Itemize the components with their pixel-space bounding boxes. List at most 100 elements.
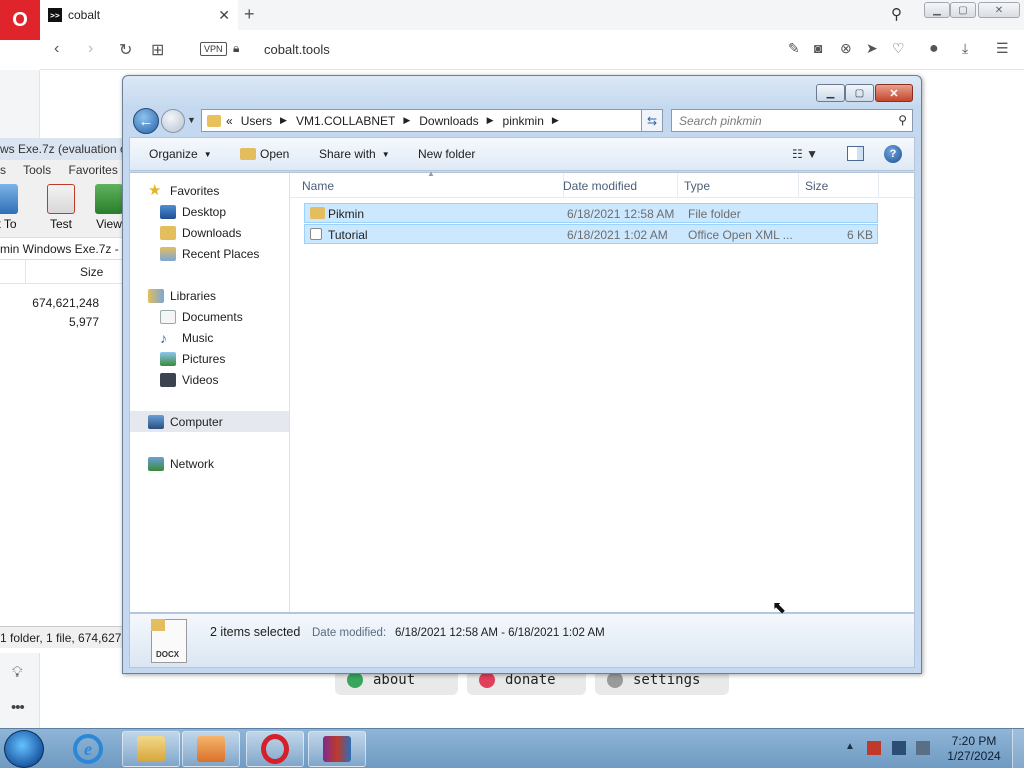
opera-icon [261,734,289,764]
new-tab-button[interactable]: + [244,4,255,25]
taskbar-media-player-button[interactable] [182,731,240,767]
7zip-window[interactable]: ws Exe.7z (evaluation co s Tools Favorit… [0,138,124,653]
breadcrumb-arrow-icon[interactable]: ▶ [487,115,494,126]
send-icon[interactable]: ➤ [866,40,878,57]
edit-icon[interactable]: ✎ [788,40,800,57]
search-icon[interactable]: ⚲ [898,113,907,127]
nav-pictures[interactable]: Pictures [130,348,289,369]
url-text[interactable]: cobalt.tools [264,42,330,57]
taskbar-winrar-button[interactable] [308,731,366,767]
forward-arrow-icon[interactable] [161,109,185,133]
breadcrumb-overflow[interactable]: « [226,114,233,128]
lock-icon[interactable]: 🔒︎ [233,41,239,56]
explorer-window[interactable]: ▁ ▢ ✕ ← ▼ « Users ▶ VM1.COLLABNET ▶ Down… [122,75,922,674]
column-date-modified[interactable]: Date modified [557,173,678,198]
recent-pages-dropdown-icon[interactable]: ▼ [187,115,196,125]
organize-button[interactable]: Organize ▼ [149,147,212,161]
browser-maximize-button[interactable]: ▢ [950,2,976,18]
forward-icon[interactable]: › [88,40,93,58]
nav-downloads[interactable]: Downloads [130,222,289,243]
breadcrumb-arrow-icon[interactable]: ▶ [280,115,287,126]
7zip-row[interactable]: 5,977 [0,313,123,332]
easy-setup-icon[interactable]: ☰ [996,40,1009,57]
selection-count: 2 items selected [210,625,301,639]
7zip-menu-item[interactable]: s [0,163,6,177]
opera-logo-icon[interactable]: O [0,0,40,40]
clock[interactable]: 7:20 PM 1/27/2024 [944,734,1004,764]
internet-explorer-icon[interactable]: e [73,734,103,764]
breadcrumb-arrow-icon[interactable]: ▶ [552,115,559,126]
tab-search-icon[interactable]: ⚲ [891,5,902,23]
taskbar-explorer-button[interactable] [122,731,180,767]
change-view-icon[interactable]: ☷ ▼ [792,147,818,161]
breadcrumb-vm1-collabnet[interactable]: VM1.COLLABNET [296,114,395,128]
desktop-icon [160,204,176,219]
nav-recent-places[interactable]: Recent Places [130,243,289,264]
tab-overview-icon[interactable]: ⊞ [151,40,164,60]
breadcrumb-downloads[interactable]: Downloads [419,114,478,128]
7zip-menu-bar: s Tools Favorites [0,160,123,180]
download-icon[interactable]: ⤓ [962,40,968,57]
nav-desktop[interactable]: Desktop [130,201,289,222]
back-arrow-icon[interactable]: ← [133,108,159,134]
profile-icon[interactable]: ● [929,40,939,58]
vpn-badge[interactable]: VPN [200,42,227,56]
details-pane: DOCX 2 items selected Date modified: 6/1… [129,613,915,668]
7zip-size-header[interactable]: Size [80,265,103,279]
browser-minimize-button[interactable]: ▁ [924,2,950,18]
explorer-close-button[interactable]: ✕ [875,84,913,102]
explorer-folder-icon [137,736,165,762]
refresh-icon[interactable]: ⇆ [641,109,663,132]
tab-close-icon[interactable]: ✕ [218,7,230,24]
7zip-view-button[interactable]: View [95,184,123,231]
show-hidden-icons-button[interactable]: ▲ [845,741,855,752]
7zip-menu-item-favorites[interactable]: Favorites [68,163,117,177]
heart-icon[interactable]: ♡ [892,40,905,57]
preview-pane-icon[interactable] [847,146,864,161]
date-modified-range: 6/18/2021 12:58 AM - 6/18/2021 1:02 AM [395,627,605,639]
reload-icon[interactable]: ↻ [119,40,132,60]
column-type[interactable]: Type [678,173,799,198]
column-name[interactable]: Name [296,173,564,198]
action-center-flag-icon[interactable] [867,741,881,755]
nav-favorites[interactable]: ★ Favorites [130,180,289,201]
7zip-menu-item-tools[interactable]: Tools [23,163,51,177]
explorer-title-bar[interactable]: ▁ ▢ ✕ [123,76,921,106]
new-folder-button[interactable]: New folder [418,147,475,161]
share-with-button[interactable]: Share with ▼ [319,147,390,161]
nav-computer[interactable]: Computer [130,411,289,432]
column-size[interactable]: Size [799,173,879,198]
nav-videos[interactable]: Videos [130,369,289,390]
nav-documents[interactable]: Documents [130,306,289,327]
breadcrumb-pinkmin[interactable]: pinkmin [503,114,544,128]
7zip-test-button[interactable]: Test [47,184,75,231]
file-row-pikmin[interactable]: Pikmin 6/18/2021 12:58 AM File folder [304,203,878,223]
back-icon[interactable]: ‹ [54,40,59,58]
browser-tab-cobalt[interactable]: >> cobalt ✕ [40,0,238,30]
help-icon[interactable]: ? [884,145,902,163]
nav-music[interactable]: ♪ Music [130,327,289,348]
file-row-tutorial[interactable]: Tutorial 6/18/2021 1:02 AM Office Open X… [304,224,878,244]
more-options-icon[interactable]: ••• [11,699,25,716]
lightbulb-icon[interactable]: 💡︎ [12,664,23,681]
nav-libraries[interactable]: Libraries [130,285,289,306]
search-input[interactable]: Search pinkmin ⚲ [671,109,913,132]
breadcrumb-arrow-icon[interactable]: ▶ [403,115,410,126]
explorer-maximize-button[interactable]: ▢ [845,84,874,102]
network-tray-icon[interactable] [892,741,906,755]
show-desktop-button[interactable] [1012,729,1024,768]
adblock-icon[interactable]: ⊗ [840,40,852,57]
open-button[interactable]: Open [240,147,289,161]
browser-close-button[interactable]: ✕ [978,2,1020,18]
explorer-minimize-button[interactable]: ▁ [816,84,845,102]
7zip-row[interactable]: 674,621,248 [0,294,123,313]
7zip-extract-button[interactable]: ct To [0,184,18,231]
start-button[interactable] [4,730,44,768]
breadcrumb-users[interactable]: Users [241,114,272,128]
network-icon [148,456,164,471]
taskbar-opera-button[interactable] [246,731,304,767]
volume-muted-icon[interactable] [916,741,930,755]
address-breadcrumb[interactable]: « Users ▶ VM1.COLLABNET ▶ Downloads ▶ pi… [201,109,663,132]
camera-icon[interactable]: ◙ [814,40,822,56]
nav-network[interactable]: Network [130,453,289,474]
